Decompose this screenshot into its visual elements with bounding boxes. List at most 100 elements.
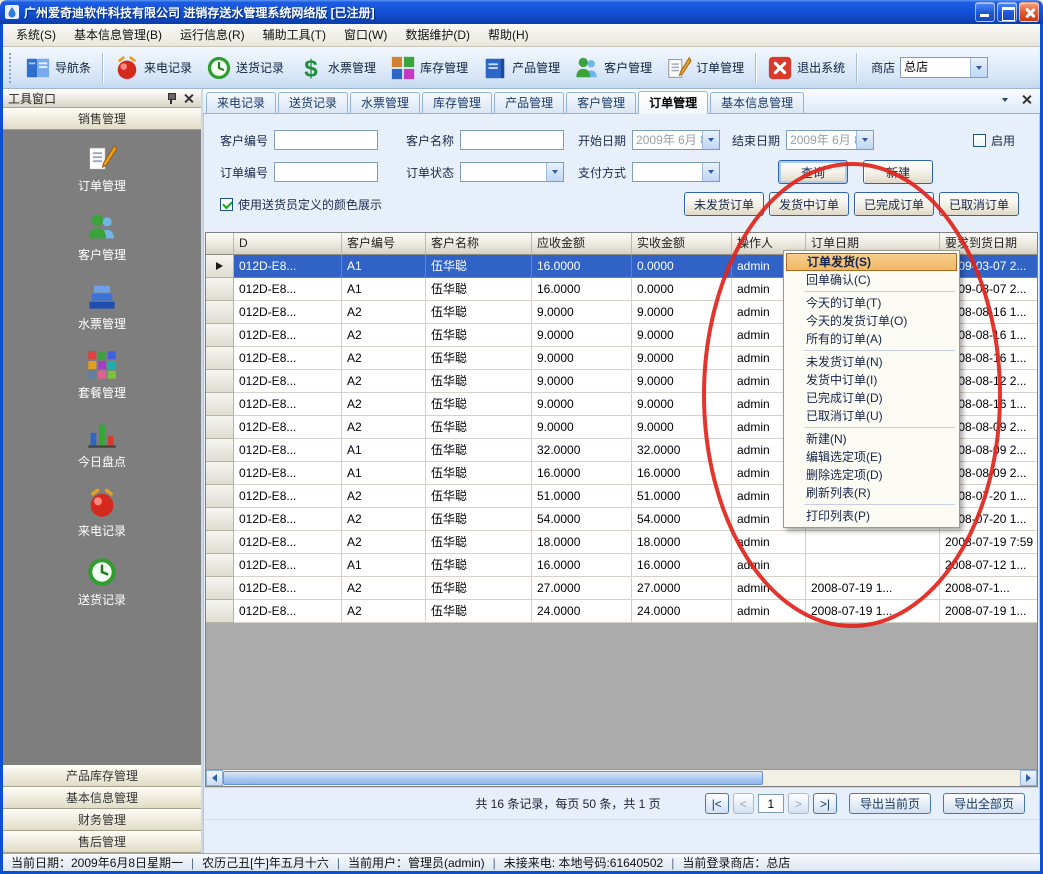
sidebar-item[interactable]: 来电记录 [78,487,126,539]
table-cell[interactable]: 18.0000 [532,531,632,554]
column-header[interactable]: D [234,233,342,255]
menubar-item[interactable]: 辅助工具(T) [254,24,335,46]
table-cell[interactable]: 伍华聪 [426,255,532,278]
table-cell[interactable]: 伍华聪 [426,508,532,531]
customer-no-input[interactable] [274,130,378,150]
tab-item[interactable]: 水票管理 [350,92,420,113]
last-page-button[interactable]: >| [813,793,837,814]
table-cell[interactable]: A2 [342,347,426,370]
table-cell[interactable]: 伍华聪 [426,485,532,508]
context-menu-item[interactable]: 所有的订单(A) [786,330,957,348]
table-cell[interactable]: 012D-E8... [234,255,342,278]
sidebar-section-sales[interactable]: 销售管理 [3,108,201,130]
table-cell[interactable]: 012D-E8... [234,577,342,600]
table-cell[interactable]: 2008-07-19 7:59 [940,531,1038,554]
table-cell[interactable]: 012D-E8... [234,485,342,508]
context-menu-item[interactable]: 今天的订单(T) [786,294,957,312]
table-cell[interactable]: 伍华聪 [426,600,532,623]
order-status-select[interactable] [460,162,564,182]
table-cell[interactable]: 伍华聪 [426,531,532,554]
toolbar-button-inventory[interactable]: 库存管理 [383,51,475,85]
table-cell[interactable]: 伍华聪 [426,278,532,301]
export-current-page-button[interactable]: 导出当前页 [849,793,931,814]
table-cell[interactable]: 伍华聪 [426,416,532,439]
table-cell[interactable]: A2 [342,600,426,623]
sidebar-item[interactable]: 订单管理 [78,142,126,194]
toolbar-button-delivery-clock[interactable]: 送货记录 [199,51,291,85]
toolbar-button-customer[interactable]: 客户管理 [567,51,659,85]
order-no-input[interactable] [274,162,378,182]
table-cell[interactable]: 012D-E8... [234,554,342,577]
toolbar-button-product[interactable]: 产品管理 [475,51,567,85]
context-menu-item[interactable]: 未发货订单(N) [786,353,957,371]
prev-page-button[interactable]: < [733,793,754,814]
table-cell[interactable]: 伍华聪 [426,370,532,393]
tab-item[interactable]: 订单管理 [638,91,708,114]
toolbar-button-exit[interactable]: 退出系统 [760,51,852,85]
table-cell[interactable]: 9.0000 [632,416,732,439]
tab-item[interactable]: 产品管理 [494,92,564,113]
status-filter-button[interactable]: 未发货订单 [684,192,764,216]
table-cell[interactable]: 51.0000 [632,485,732,508]
table-cell[interactable]: A2 [342,508,426,531]
toolbar-button-dollar[interactable]: $水票管理 [291,51,383,85]
table-cell[interactable]: 9.0000 [632,370,732,393]
context-menu-item[interactable]: 发货中订单(I) [786,371,957,389]
row-header[interactable] [206,485,234,508]
table-cell[interactable]: 伍华聪 [426,554,532,577]
table-cell[interactable]: 012D-E8... [234,508,342,531]
close-button[interactable] [1019,2,1039,22]
table-cell[interactable]: 2008-07-19 1... [806,600,940,623]
table-cell[interactable]: 伍华聪 [426,439,532,462]
context-menu-item[interactable]: 编辑选定项(E) [786,448,957,466]
table-cell[interactable]: 012D-E8... [234,370,342,393]
sidebar-item[interactable]: 套餐管理 [78,349,126,401]
first-page-button[interactable]: |< [705,793,729,814]
table-cell[interactable]: admin [732,577,806,600]
table-cell[interactable]: 24.0000 [632,600,732,623]
table-cell[interactable]: 9.0000 [632,301,732,324]
menubar-item[interactable]: 运行信息(R) [171,24,254,46]
table-cell[interactable]: A2 [342,393,426,416]
tab-item[interactable]: 来电记录 [206,92,276,113]
tab-item[interactable]: 客户管理 [566,92,636,113]
table-cell[interactable]: 012D-E8... [234,393,342,416]
table-cell[interactable]: 51.0000 [532,485,632,508]
toolbar-button-order-pen[interactable]: 订单管理 [659,51,751,85]
menubar-item[interactable]: 窗口(W) [335,24,396,46]
status-filter-button[interactable]: 已完成订单 [854,192,934,216]
tab-item[interactable]: 库存管理 [422,92,492,113]
column-header[interactable]: 实收金额 [632,233,732,255]
row-header[interactable] [206,508,234,531]
sidebar-item[interactable]: 水票管理 [78,280,126,332]
table-cell[interactable]: admin [732,600,806,623]
context-menu-item[interactable]: 订单发货(S) [786,253,957,271]
row-header[interactable] [206,301,234,324]
row-header[interactable] [206,255,234,278]
row-header[interactable] [206,439,234,462]
table-cell[interactable]: 伍华聪 [426,462,532,485]
chevron-down-icon[interactable] [702,163,719,181]
sidebar-section[interactable]: 售后管理 [3,831,201,853]
scrollbar-track[interactable] [763,770,1020,786]
page-number-input[interactable] [758,794,784,813]
context-menu-item[interactable]: 删除选定项(D) [786,466,957,484]
toolbar-button-navigator[interactable]: 导航条 [18,51,98,85]
scroll-left-button[interactable] [206,770,223,786]
horizontal-scrollbar[interactable] [206,769,1037,786]
menubar-item[interactable]: 系统(S) [7,24,65,46]
toolbar-button-incoming-call[interactable]: 来电记录 [107,51,199,85]
table-cell[interactable]: 012D-E8... [234,324,342,347]
table-row[interactable]: 012D-E8...A2伍华聪18.000018.0000admin2008-0… [206,531,1038,554]
table-cell[interactable]: 012D-E8... [234,439,342,462]
table-cell[interactable]: 9.0000 [532,347,632,370]
table-cell[interactable]: 伍华聪 [426,347,532,370]
table-cell[interactable]: 012D-E8... [234,600,342,623]
pay-method-select[interactable] [632,162,720,182]
row-header[interactable] [206,531,234,554]
tab-item[interactable]: 基本信息管理 [710,92,804,113]
table-cell[interactable]: A2 [342,577,426,600]
context-menu-item[interactable]: 打印列表(P) [786,507,957,525]
table-cell[interactable]: A2 [342,324,426,347]
scroll-right-button[interactable] [1020,770,1037,786]
